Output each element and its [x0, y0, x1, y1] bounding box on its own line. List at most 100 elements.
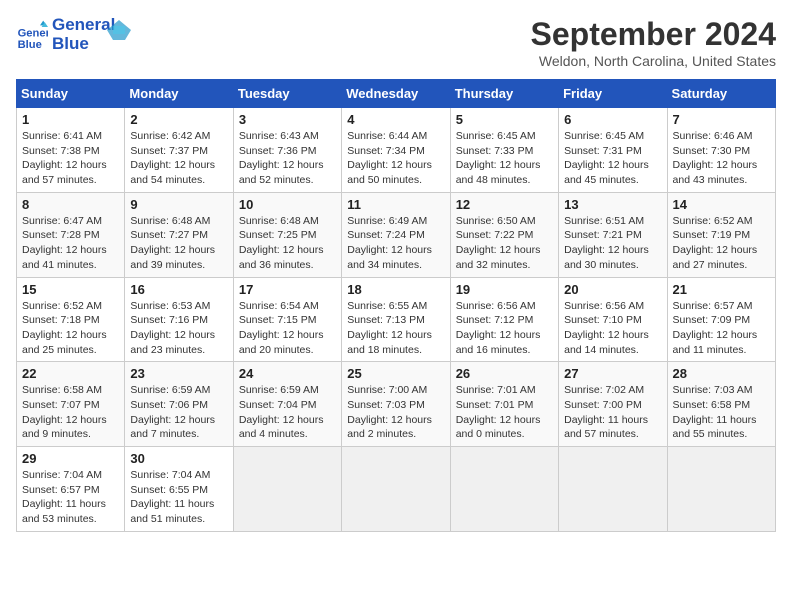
day-number: 1: [22, 112, 119, 127]
page-header: General Blue General Blue September 2024…: [16, 16, 776, 69]
day-number: 16: [130, 282, 227, 297]
day-info: Sunrise: 6:48 AM Sunset: 7:25 PM Dayligh…: [239, 214, 336, 273]
calendar-cell: 10 Sunrise: 6:48 AM Sunset: 7:25 PM Dayl…: [233, 192, 341, 277]
calendar-week-5: 29 Sunrise: 7:04 AM Sunset: 6:57 PM Dayl…: [17, 447, 776, 532]
logo-chevron-icon: [107, 20, 131, 40]
day-info: Sunrise: 7:01 AM Sunset: 7:01 PM Dayligh…: [456, 383, 553, 442]
weekday-header-tuesday: Tuesday: [233, 80, 341, 108]
day-number: 9: [130, 197, 227, 212]
calendar-cell: 18 Sunrise: 6:55 AM Sunset: 7:13 PM Dayl…: [342, 277, 450, 362]
day-number: 3: [239, 112, 336, 127]
day-info: Sunrise: 6:55 AM Sunset: 7:13 PM Dayligh…: [347, 299, 444, 358]
day-info: Sunrise: 6:50 AM Sunset: 7:22 PM Dayligh…: [456, 214, 553, 273]
day-number: 8: [22, 197, 119, 212]
day-number: 4: [347, 112, 444, 127]
calendar-week-3: 15 Sunrise: 6:52 AM Sunset: 7:18 PM Dayl…: [17, 277, 776, 362]
calendar-header-row: SundayMondayTuesdayWednesdayThursdayFrid…: [17, 80, 776, 108]
day-number: 21: [673, 282, 770, 297]
calendar-cell: [559, 447, 667, 532]
calendar-cell: [233, 447, 341, 532]
calendar-cell: 3 Sunrise: 6:43 AM Sunset: 7:36 PM Dayli…: [233, 108, 341, 193]
day-number: 17: [239, 282, 336, 297]
calendar-cell: 2 Sunrise: 6:42 AM Sunset: 7:37 PM Dayli…: [125, 108, 233, 193]
day-info: Sunrise: 6:57 AM Sunset: 7:09 PM Dayligh…: [673, 299, 770, 358]
day-number: 11: [347, 197, 444, 212]
day-info: Sunrise: 6:42 AM Sunset: 7:37 PM Dayligh…: [130, 129, 227, 188]
day-number: 24: [239, 366, 336, 381]
day-number: 15: [22, 282, 119, 297]
day-info: Sunrise: 6:45 AM Sunset: 7:33 PM Dayligh…: [456, 129, 553, 188]
day-info: Sunrise: 6:46 AM Sunset: 7:30 PM Dayligh…: [673, 129, 770, 188]
calendar-cell: [667, 447, 775, 532]
day-number: 12: [456, 197, 553, 212]
day-info: Sunrise: 6:56 AM Sunset: 7:12 PM Dayligh…: [456, 299, 553, 358]
day-number: 2: [130, 112, 227, 127]
svg-text:Blue: Blue: [18, 38, 42, 50]
day-number: 26: [456, 366, 553, 381]
day-number: 5: [456, 112, 553, 127]
month-title: September 2024: [531, 16, 776, 53]
weekday-header-monday: Monday: [125, 80, 233, 108]
calendar-cell: 16 Sunrise: 6:53 AM Sunset: 7:16 PM Dayl…: [125, 277, 233, 362]
day-info: Sunrise: 7:04 AM Sunset: 6:57 PM Dayligh…: [22, 468, 119, 527]
day-number: 22: [22, 366, 119, 381]
day-info: Sunrise: 6:58 AM Sunset: 7:07 PM Dayligh…: [22, 383, 119, 442]
calendar-cell: 17 Sunrise: 6:54 AM Sunset: 7:15 PM Dayl…: [233, 277, 341, 362]
calendar-cell: 4 Sunrise: 6:44 AM Sunset: 7:34 PM Dayli…: [342, 108, 450, 193]
calendar-week-4: 22 Sunrise: 6:58 AM Sunset: 7:07 PM Dayl…: [17, 362, 776, 447]
calendar-cell: 21 Sunrise: 6:57 AM Sunset: 7:09 PM Dayl…: [667, 277, 775, 362]
weekday-header-friday: Friday: [559, 80, 667, 108]
day-number: 28: [673, 366, 770, 381]
day-number: 25: [347, 366, 444, 381]
day-number: 27: [564, 366, 661, 381]
calendar-cell: 14 Sunrise: 6:52 AM Sunset: 7:19 PM Dayl…: [667, 192, 775, 277]
day-info: Sunrise: 6:48 AM Sunset: 7:27 PM Dayligh…: [130, 214, 227, 273]
logo-blue: Blue: [52, 35, 115, 54]
day-info: Sunrise: 6:54 AM Sunset: 7:15 PM Dayligh…: [239, 299, 336, 358]
calendar-cell: 26 Sunrise: 7:01 AM Sunset: 7:01 PM Dayl…: [450, 362, 558, 447]
day-number: 13: [564, 197, 661, 212]
day-number: 29: [22, 451, 119, 466]
calendar-week-2: 8 Sunrise: 6:47 AM Sunset: 7:28 PM Dayli…: [17, 192, 776, 277]
calendar-cell: 8 Sunrise: 6:47 AM Sunset: 7:28 PM Dayli…: [17, 192, 125, 277]
calendar-cell: [342, 447, 450, 532]
calendar-cell: 15 Sunrise: 6:52 AM Sunset: 7:18 PM Dayl…: [17, 277, 125, 362]
day-info: Sunrise: 6:45 AM Sunset: 7:31 PM Dayligh…: [564, 129, 661, 188]
calendar-cell: 13 Sunrise: 6:51 AM Sunset: 7:21 PM Dayl…: [559, 192, 667, 277]
day-info: Sunrise: 6:47 AM Sunset: 7:28 PM Dayligh…: [22, 214, 119, 273]
calendar-cell: 7 Sunrise: 6:46 AM Sunset: 7:30 PM Dayli…: [667, 108, 775, 193]
calendar-week-1: 1 Sunrise: 6:41 AM Sunset: 7:38 PM Dayli…: [17, 108, 776, 193]
day-info: Sunrise: 7:00 AM Sunset: 7:03 PM Dayligh…: [347, 383, 444, 442]
calendar-cell: 1 Sunrise: 6:41 AM Sunset: 7:38 PM Dayli…: [17, 108, 125, 193]
day-info: Sunrise: 7:03 AM Sunset: 6:58 PM Dayligh…: [673, 383, 770, 442]
day-number: 7: [673, 112, 770, 127]
day-info: Sunrise: 6:53 AM Sunset: 7:16 PM Dayligh…: [130, 299, 227, 358]
calendar-cell: 5 Sunrise: 6:45 AM Sunset: 7:33 PM Dayli…: [450, 108, 558, 193]
calendar-cell: 28 Sunrise: 7:03 AM Sunset: 6:58 PM Dayl…: [667, 362, 775, 447]
calendar-cell: 30 Sunrise: 7:04 AM Sunset: 6:55 PM Dayl…: [125, 447, 233, 532]
title-block: September 2024 Weldon, North Carolina, U…: [531, 16, 776, 69]
calendar-cell: 27 Sunrise: 7:02 AM Sunset: 7:00 PM Dayl…: [559, 362, 667, 447]
day-number: 19: [456, 282, 553, 297]
calendar-cell: 24 Sunrise: 6:59 AM Sunset: 7:04 PM Dayl…: [233, 362, 341, 447]
day-info: Sunrise: 6:41 AM Sunset: 7:38 PM Dayligh…: [22, 129, 119, 188]
calendar-cell: 12 Sunrise: 6:50 AM Sunset: 7:22 PM Dayl…: [450, 192, 558, 277]
weekday-header-wednesday: Wednesday: [342, 80, 450, 108]
day-number: 10: [239, 197, 336, 212]
logo-icon: General Blue: [16, 19, 48, 51]
day-info: Sunrise: 6:49 AM Sunset: 7:24 PM Dayligh…: [347, 214, 444, 273]
day-info: Sunrise: 6:56 AM Sunset: 7:10 PM Dayligh…: [564, 299, 661, 358]
calendar-table: SundayMondayTuesdayWednesdayThursdayFrid…: [16, 79, 776, 532]
calendar-cell: 11 Sunrise: 6:49 AM Sunset: 7:24 PM Dayl…: [342, 192, 450, 277]
svg-text:General: General: [18, 27, 48, 39]
calendar-cell: 25 Sunrise: 7:00 AM Sunset: 7:03 PM Dayl…: [342, 362, 450, 447]
day-number: 20: [564, 282, 661, 297]
location: Weldon, North Carolina, United States: [531, 53, 776, 69]
day-number: 23: [130, 366, 227, 381]
weekday-header-sunday: Sunday: [17, 80, 125, 108]
day-info: Sunrise: 6:59 AM Sunset: 7:06 PM Dayligh…: [130, 383, 227, 442]
weekday-header-thursday: Thursday: [450, 80, 558, 108]
weekday-header-saturday: Saturday: [667, 80, 775, 108]
calendar-cell: 23 Sunrise: 6:59 AM Sunset: 7:06 PM Dayl…: [125, 362, 233, 447]
day-info: Sunrise: 7:02 AM Sunset: 7:00 PM Dayligh…: [564, 383, 661, 442]
